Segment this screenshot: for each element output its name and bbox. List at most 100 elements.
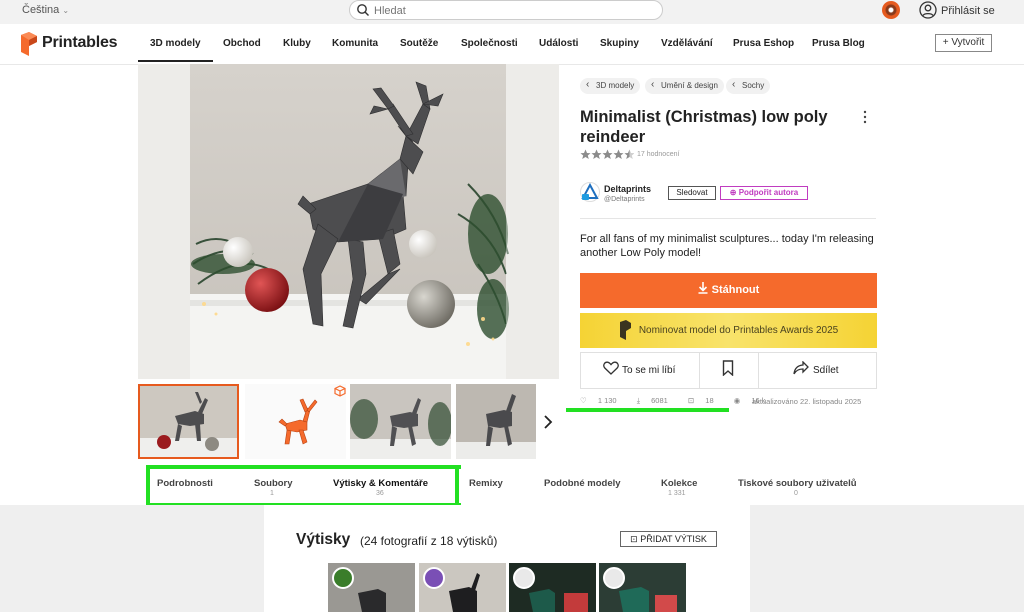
- updated-date: aktualizováno 22. listopadu 2025: [752, 397, 862, 406]
- print-thumbnail-3[interactable]: [509, 563, 596, 612]
- likes-count: 1 130: [597, 396, 617, 405]
- like-button[interactable]: To se mi líbí: [603, 353, 675, 388]
- delta-logo-icon: [581, 182, 599, 200]
- nav-events[interactable]: Události: [539, 38, 578, 49]
- user-icon[interactable]: [919, 1, 937, 19]
- search-icon: [357, 4, 369, 16]
- makes-stat: ⊡ 18: [688, 396, 723, 405]
- model-description: For all fans of my minimalist sculptures…: [580, 233, 874, 259]
- main-nav: Printables 3D modely Obchod Kluby Komuni…: [0, 24, 1024, 65]
- print-thumbnail-1[interactable]: [328, 563, 415, 612]
- awards-donut-icon[interactable]: [882, 1, 900, 19]
- share-icon: [793, 360, 809, 375]
- rating-stars: [580, 149, 635, 163]
- thumbnail-1[interactable]: [138, 384, 239, 459]
- chevron-right-icon[interactable]: [538, 410, 558, 434]
- like-label: To se mi líbí: [622, 365, 676, 376]
- tab-files-count: 1: [270, 490, 274, 497]
- top-bar: Čeština ⌄ Přihlásit se: [0, 0, 1024, 24]
- tab-user-files-count: 0: [794, 490, 798, 497]
- tab-prints-comments[interactable]: Výtisky & Komentáře: [333, 478, 428, 489]
- share-button[interactable]: Sdílet: [793, 353, 839, 388]
- user-avatar-badge: [423, 567, 445, 589]
- nav-shop[interactable]: Obchod: [223, 38, 261, 49]
- nav-contests[interactable]: Soutěže: [400, 38, 438, 49]
- brand-name[interactable]: Printables: [42, 34, 118, 52]
- nav-education[interactable]: Vzdělávání: [661, 38, 713, 49]
- heart-icon: [603, 361, 619, 375]
- eye-icon: ◉: [733, 396, 741, 405]
- nav-companies[interactable]: Společnosti: [461, 38, 518, 49]
- awards-logo-icon: [620, 320, 631, 340]
- thumbnail-2[interactable]: [245, 384, 346, 459]
- tab-collections-count: 1 331: [668, 490, 686, 497]
- nav-groups[interactable]: Skupiny: [600, 38, 639, 49]
- tab-details[interactable]: Podrobnosti: [157, 478, 213, 489]
- follow-button[interactable]: Sledovat: [668, 186, 716, 200]
- downloads-stat: ⤓ 6081: [637, 396, 677, 405]
- main-model-image[interactable]: [138, 64, 559, 379]
- thumbnail-image: [456, 384, 536, 459]
- camera-icon: ⊡: [630, 534, 638, 544]
- nav-prusa-blog[interactable]: Prusa Blog: [812, 38, 865, 49]
- support-label: Podpořit autora: [738, 188, 799, 197]
- breadcrumb-art-design[interactable]: Umění & design: [645, 77, 724, 94]
- more-options-icon[interactable]: [862, 110, 868, 124]
- tab-user-print-files[interactable]: Tiskové soubory uživatelů: [738, 478, 857, 489]
- bookmark-button[interactable]: [722, 353, 734, 388]
- thumbnail-4[interactable]: [456, 384, 536, 459]
- login-link[interactable]: Přihlásit se: [941, 5, 995, 17]
- tab-files[interactable]: Soubory: [254, 478, 293, 489]
- likes-stat: ♡ 1 130: [580, 396, 626, 405]
- thumbnail-render: [278, 398, 318, 445]
- user-avatar-badge: [603, 567, 625, 589]
- search-box[interactable]: [349, 0, 663, 20]
- tab-collections[interactable]: Kolekce: [661, 478, 697, 489]
- nominate-awards-button[interactable]: Nominovat model do Printables Awards 202…: [580, 313, 877, 348]
- tab-remixes[interactable]: Remixy: [469, 478, 503, 489]
- prints-subtitle: (24 fotografií z 18 výtisků): [360, 534, 498, 548]
- nav-3d-models[interactable]: 3D modely: [138, 38, 213, 62]
- prints-title: Výtisky: [296, 531, 351, 548]
- prints-panel: Výtisky (24 fotografií z 18 výtisků) ⊡ P…: [264, 505, 750, 612]
- create-button[interactable]: + Vytvořit: [935, 34, 992, 52]
- ratings-count[interactable]: 17 hodnocení: [637, 151, 679, 158]
- thumbnail-image: [140, 386, 237, 457]
- add-print-button[interactable]: ⊡ PŘIDAT VÝTISK: [620, 531, 717, 547]
- bookmark-icon: [722, 360, 734, 377]
- prints-section: Výtisky (24 fotografií z 18 výtisků) ⊡ P…: [0, 505, 1024, 612]
- model-title: Minimalist (Christmas) low poly reindeer: [580, 108, 828, 146]
- highlight-box-top: [146, 465, 461, 469]
- tab-prints-count: 36: [376, 490, 384, 497]
- highlight-box-left: [146, 465, 150, 507]
- highlight-box-right: [455, 465, 459, 507]
- add-print-label: PŘIDAT VÝTISK: [640, 534, 707, 544]
- printables-logo-icon[interactable]: [20, 32, 38, 56]
- downloads-count: 6081: [651, 396, 668, 405]
- makes-count: 18: [705, 396, 714, 405]
- heart-icon: ♡: [580, 396, 587, 405]
- reindeer-photo: [138, 64, 559, 379]
- thumbnail-image: [350, 384, 451, 459]
- user-avatar-badge: [332, 567, 354, 589]
- print-thumbnail-4[interactable]: [599, 563, 686, 612]
- language-selector[interactable]: Čeština ⌄: [22, 4, 69, 16]
- breadcrumb-3d-models[interactable]: 3D modely: [580, 77, 641, 94]
- tab-similar-models[interactable]: Podobné modely: [544, 478, 621, 489]
- download-button[interactable]: Stáhnout: [580, 273, 877, 308]
- plus-circle-icon: ⊕: [729, 188, 737, 197]
- nav-prusa-eshop[interactable]: Prusa Eshop: [733, 38, 794, 49]
- author-name[interactable]: Deltaprints: [604, 184, 651, 194]
- chevron-down-icon: ⌄: [62, 6, 70, 15]
- support-author-button[interactable]: ⊕ Podpořit autora: [720, 186, 808, 200]
- divider: [580, 218, 876, 219]
- author-avatar[interactable]: [580, 182, 600, 202]
- search-input[interactable]: [372, 3, 656, 19]
- print-thumbnail-2[interactable]: [419, 563, 506, 612]
- share-label: Sdílet: [813, 365, 839, 376]
- thumbnail-3[interactable]: [350, 384, 451, 459]
- nav-community[interactable]: Komunita: [332, 38, 378, 49]
- print-icon: ⊡: [687, 396, 695, 405]
- nav-clubs[interactable]: Kluby: [283, 38, 311, 49]
- breadcrumb-sculptures[interactable]: Sochy: [726, 77, 771, 94]
